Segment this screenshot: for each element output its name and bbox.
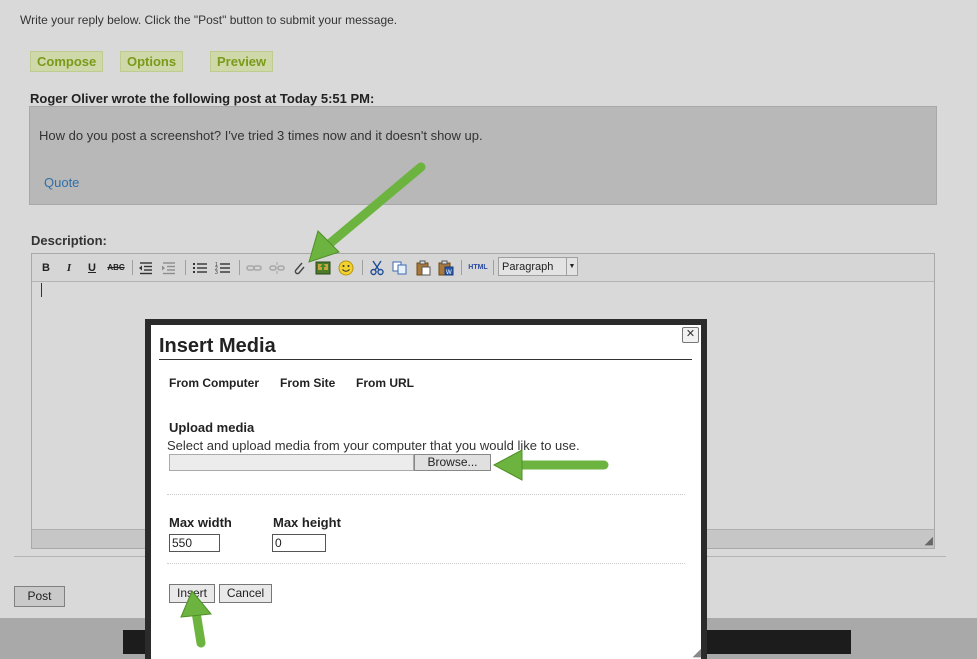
max-width-label: Max width bbox=[169, 515, 232, 530]
text-cursor bbox=[41, 283, 42, 297]
cut-icon[interactable] bbox=[369, 260, 385, 276]
section-divider bbox=[167, 563, 685, 564]
resize-handle-icon[interactable]: ◢ bbox=[693, 646, 701, 659]
title-rule bbox=[159, 359, 692, 360]
file-path-field[interactable] bbox=[169, 454, 414, 471]
toolbar-separator bbox=[461, 260, 462, 275]
tab-preview[interactable]: Preview bbox=[210, 51, 274, 72]
paragraph-format-select[interactable]: Paragraph ▼ bbox=[498, 257, 578, 276]
quoted-post-heading: Roger Oliver wrote the following post at… bbox=[30, 91, 375, 106]
tab-from-computer[interactable]: From Computer bbox=[169, 376, 259, 390]
cancel-button[interactable]: Cancel bbox=[219, 584, 272, 603]
reply-instructions: Write your reply below. Click the "Post"… bbox=[20, 13, 398, 27]
tab-options[interactable]: Options bbox=[120, 51, 184, 72]
chevron-down-icon: ▼ bbox=[566, 258, 577, 275]
description-label: Description: bbox=[31, 233, 107, 248]
svg-text:W: W bbox=[446, 270, 452, 276]
section-divider bbox=[167, 494, 685, 495]
copy-icon[interactable] bbox=[392, 260, 408, 276]
max-height-label: Max height bbox=[273, 515, 341, 530]
strikethrough-button[interactable]: ABC bbox=[106, 260, 126, 276]
upload-description: Select and upload media from your comput… bbox=[167, 438, 580, 453]
browse-button[interactable]: Browse... bbox=[414, 454, 491, 471]
unlink-icon[interactable] bbox=[269, 260, 285, 276]
html-source-button[interactable]: HTML bbox=[467, 260, 489, 276]
tab-from-site[interactable]: From Site bbox=[280, 376, 335, 390]
quoted-post-text: How do you post a screenshot? I've tried… bbox=[39, 128, 483, 143]
paste-from-word-icon[interactable]: W bbox=[438, 260, 454, 276]
toolbar-separator bbox=[239, 260, 240, 275]
tab-from-url[interactable]: From URL bbox=[356, 376, 414, 390]
close-icon[interactable]: ✕ bbox=[682, 327, 699, 343]
editor-toolbar: B I U ABC 123 W HTML Paragraph ▼ bbox=[32, 254, 934, 282]
quote-link[interactable]: Quote bbox=[44, 175, 79, 190]
attachment-icon[interactable] bbox=[291, 260, 307, 276]
link-icon[interactable] bbox=[246, 260, 262, 276]
paste-icon[interactable] bbox=[415, 260, 431, 276]
insert-media-dialog: ✕ Insert Media From Computer From Site F… bbox=[145, 319, 707, 659]
insert-button[interactable]: Insert bbox=[169, 584, 215, 603]
svg-text:3: 3 bbox=[215, 270, 218, 276]
bold-button[interactable]: B bbox=[38, 260, 54, 276]
emoticon-icon[interactable] bbox=[338, 260, 354, 276]
dialog-title: Insert Media bbox=[159, 335, 276, 357]
outdent-icon[interactable] bbox=[138, 260, 154, 276]
quoted-post: How do you post a screenshot? I've tried… bbox=[29, 106, 937, 205]
toolbar-separator bbox=[362, 260, 363, 275]
italic-button[interactable]: I bbox=[61, 260, 77, 276]
resize-handle-icon[interactable]: ◢ bbox=[925, 534, 933, 547]
post-button[interactable]: Post bbox=[14, 586, 65, 607]
tab-compose[interactable]: Compose bbox=[30, 51, 104, 72]
max-height-input[interactable] bbox=[272, 534, 326, 552]
toolbar-separator bbox=[185, 260, 186, 275]
toolbar-separator bbox=[132, 260, 133, 275]
underline-button[interactable]: U bbox=[84, 260, 100, 276]
indent-icon[interactable] bbox=[161, 260, 177, 276]
toolbar-separator bbox=[493, 260, 494, 275]
numbered-list-icon[interactable]: 123 bbox=[215, 260, 231, 276]
paragraph-format-value: Paragraph bbox=[502, 261, 554, 273]
bullet-list-icon[interactable] bbox=[192, 260, 208, 276]
max-width-input[interactable] bbox=[169, 534, 220, 552]
insert-media-panel: ✕ Insert Media From Computer From Site F… bbox=[151, 325, 701, 659]
insert-media-icon[interactable] bbox=[315, 260, 331, 276]
upload-heading: Upload media bbox=[169, 420, 255, 435]
